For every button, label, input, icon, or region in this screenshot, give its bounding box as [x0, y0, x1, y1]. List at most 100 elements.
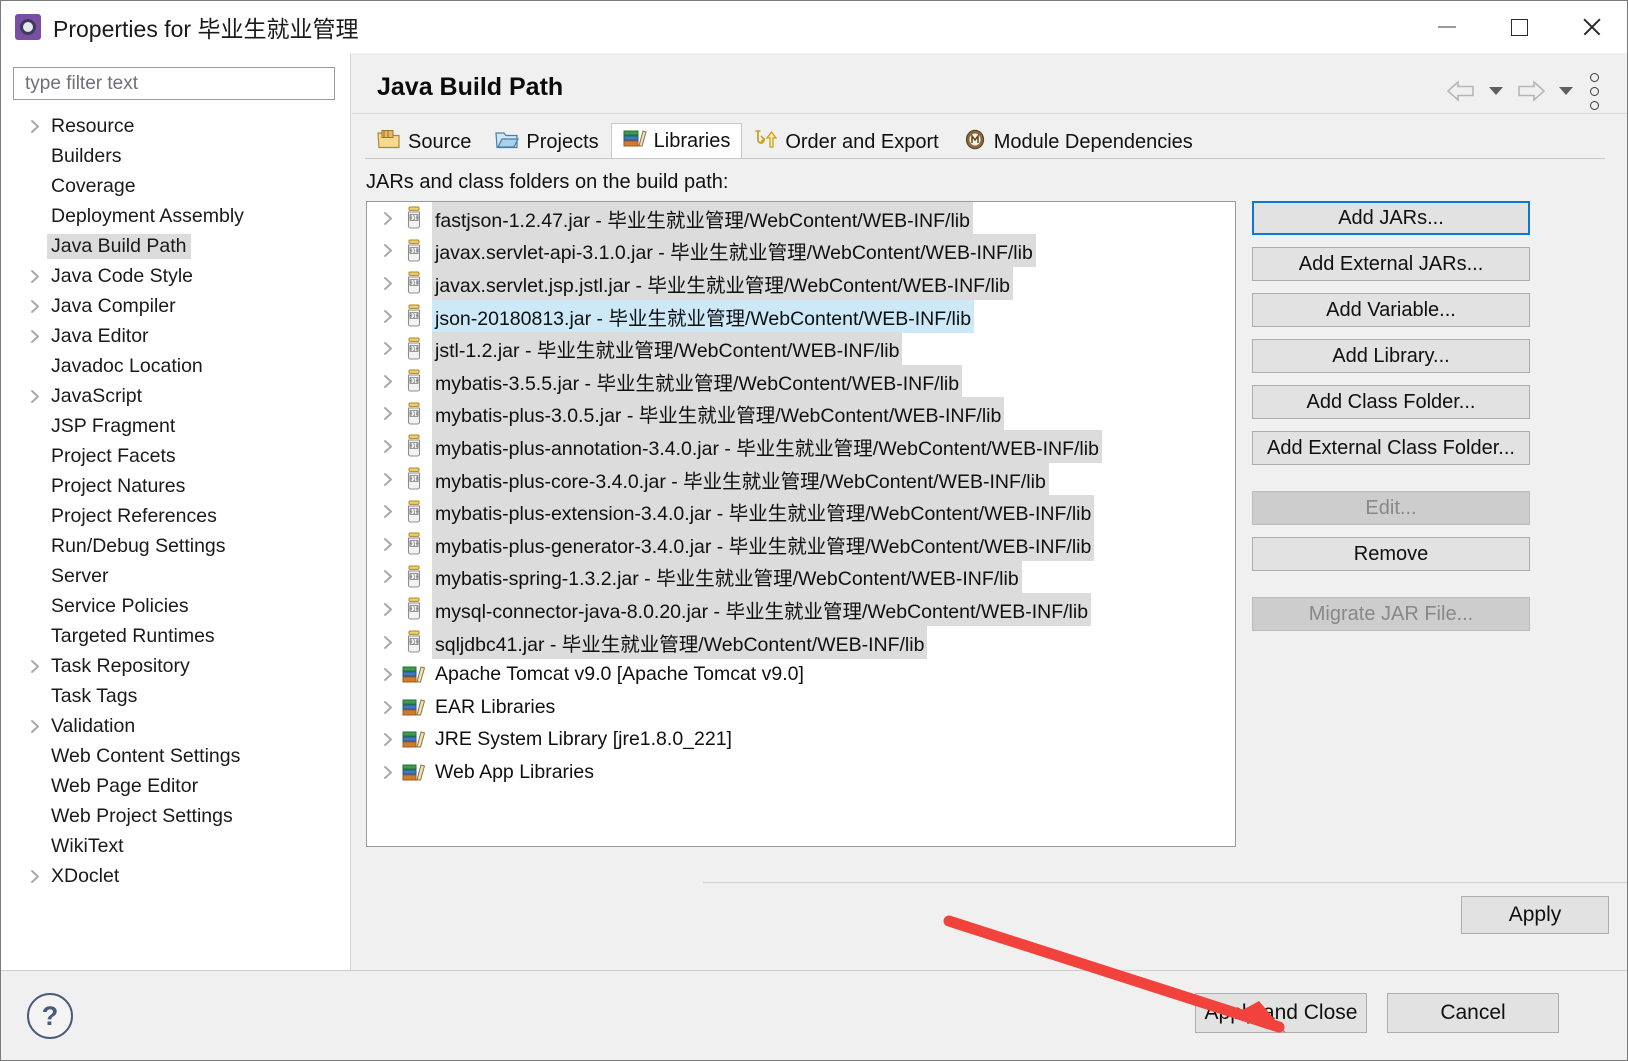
- cancel-button[interactable]: Cancel: [1387, 993, 1559, 1033]
- filter-box[interactable]: [13, 67, 335, 100]
- library-list-item[interactable]: 010 mysql-connector-java-8.0.20.jar - 毕业生…: [367, 592, 1235, 626]
- expand-chevron-icon[interactable]: [375, 472, 401, 487]
- expand-chevron-icon[interactable]: [23, 119, 47, 134]
- sidebar-item-server[interactable]: Server: [1, 561, 350, 591]
- sidebar-item-validation[interactable]: Validation: [1, 711, 350, 741]
- expand-chevron-icon[interactable]: [375, 667, 401, 682]
- forward-button[interactable]: [1509, 73, 1553, 109]
- expand-chevron-icon[interactable]: [375, 309, 401, 324]
- library-list-item[interactable]: EAR Libraries: [367, 691, 1235, 724]
- tab-projects[interactable]: Projects: [483, 125, 610, 159]
- search-input[interactable]: [23, 71, 334, 96]
- tab-source[interactable]: Source: [365, 125, 483, 159]
- back-button[interactable]: [1439, 73, 1483, 109]
- sidebar-item-targeted-runtimes[interactable]: Targeted Runtimes: [1, 621, 350, 651]
- back-history-button[interactable]: [1483, 73, 1509, 109]
- sidebar-item-wikitext[interactable]: WikiText: [1, 831, 350, 861]
- library-list-item[interactable]: 010 mybatis-plus-3.0.5.jar - 毕业生就业管理/WebC…: [367, 397, 1235, 431]
- help-question-icon[interactable]: ?: [27, 993, 73, 1039]
- expand-chevron-icon[interactable]: [23, 299, 47, 314]
- add-external-jars-button[interactable]: Add External JARs...: [1252, 247, 1530, 281]
- expand-chevron-icon[interactable]: [375, 602, 401, 617]
- sidebar-item-javascript[interactable]: JavaScript: [1, 381, 350, 411]
- sidebar-item-web-content-settings[interactable]: Web Content Settings: [1, 741, 350, 771]
- library-list-item[interactable]: 010 mybatis-spring-1.3.2.jar - 毕业生就业管理/We…: [367, 560, 1235, 594]
- close-button[interactable]: [1555, 1, 1627, 53]
- build-path-tabs[interactable]: Source Projects Libraries Order and Export M…: [365, 123, 1205, 159]
- expand-chevron-icon[interactable]: [375, 406, 401, 421]
- sidebar-item-java-compiler[interactable]: Java Compiler: [1, 291, 350, 321]
- tab-libraries[interactable]: Libraries: [610, 123, 743, 159]
- library-list-item[interactable]: 010 javax.servlet-api-3.1.0.jar - 毕业生就业管理…: [367, 234, 1235, 268]
- sidebar-item-coverage[interactable]: Coverage: [1, 171, 350, 201]
- forward-history-button[interactable]: [1553, 73, 1579, 109]
- sidebar-item-run-debug-settings[interactable]: Run/Debug Settings: [1, 531, 350, 561]
- sidebar-item-java-build-path[interactable]: Java Build Path: [1, 231, 350, 261]
- libraries-list[interactable]: 010 fastjson-1.2.47.jar - 毕业生就业管理/WebCont…: [366, 201, 1236, 847]
- sidebar-item-web-page-editor[interactable]: Web Page Editor: [1, 771, 350, 801]
- expand-chevron-icon[interactable]: [23, 719, 47, 734]
- tab-module-dependencies[interactable]: Module Dependencies: [951, 125, 1205, 159]
- library-list-item[interactable]: 010 mybatis-3.5.5.jar - 毕业生就业管理/WebConten…: [367, 364, 1235, 398]
- library-list-item[interactable]: 010 mybatis-plus-extension-3.4.0.jar - 毕业…: [367, 495, 1235, 529]
- expand-chevron-icon[interactable]: [375, 732, 401, 747]
- apply-and-close-button[interactable]: Apply and Close: [1195, 993, 1367, 1033]
- expand-chevron-icon[interactable]: [23, 269, 47, 284]
- library-list-item[interactable]: JRE System Library [jre1.8.0_221]: [367, 724, 1235, 757]
- library-list-item[interactable]: 010 jstl-1.2.jar - 毕业生就业管理/WebContent/WEB…: [367, 332, 1235, 366]
- expand-chevron-icon[interactable]: [375, 439, 401, 454]
- library-list-item[interactable]: 010 mybatis-plus-core-3.4.0.jar - 毕业生就业管理…: [367, 462, 1235, 496]
- add-library-button[interactable]: Add Library...: [1252, 339, 1530, 373]
- tab-order-and-export[interactable]: Order and Export: [742, 125, 950, 159]
- expand-chevron-icon[interactable]: [375, 537, 401, 552]
- expand-chevron-icon[interactable]: [375, 276, 401, 291]
- sidebar-item-task-tags[interactable]: Task Tags: [1, 681, 350, 711]
- sidebar-item-task-repository[interactable]: Task Repository: [1, 651, 350, 681]
- sidebar-item-java-code-style[interactable]: Java Code Style: [1, 261, 350, 291]
- sidebar-item-project-references[interactable]: Project References: [1, 501, 350, 531]
- sidebar-item-xdoclet[interactable]: XDoclet: [1, 861, 350, 891]
- library-list-item[interactable]: Web App Libraries: [367, 756, 1235, 789]
- add-jars-button[interactable]: Add JARs...: [1252, 201, 1530, 235]
- library-list-item[interactable]: Apache Tomcat v9.0 [Apache Tomcat v9.0]: [367, 658, 1235, 691]
- sidebar-item-javadoc-location[interactable]: Javadoc Location: [1, 351, 350, 381]
- expand-chevron-icon[interactable]: [375, 700, 401, 715]
- expand-chevron-icon[interactable]: [23, 869, 47, 884]
- maximize-button[interactable]: [1483, 1, 1555, 53]
- expand-chevron-icon[interactable]: [375, 635, 401, 650]
- remove-button[interactable]: Remove: [1252, 537, 1530, 571]
- page-menu-button[interactable]: [1579, 71, 1609, 111]
- library-list-item[interactable]: 010 mybatis-plus-annotation-3.4.0.jar - 毕…: [367, 429, 1235, 463]
- add-external-class-folder-button[interactable]: Add External Class Folder...: [1252, 431, 1530, 465]
- sidebar-item-java-editor[interactable]: Java Editor: [1, 321, 350, 351]
- expand-chevron-icon[interactable]: [375, 569, 401, 584]
- library-list-item[interactable]: 010 sqljdbc41.jar - 毕业生就业管理/WebContent/WE…: [367, 625, 1235, 659]
- sidebar-item-service-policies[interactable]: Service Policies: [1, 591, 350, 621]
- sidebar-item-project-facets[interactable]: Project Facets: [1, 441, 350, 471]
- add-class-folder-button[interactable]: Add Class Folder...: [1252, 385, 1530, 419]
- sidebar-item-builders[interactable]: Builders: [1, 141, 350, 171]
- apply-button[interactable]: Apply: [1461, 896, 1609, 934]
- library-item-label: json-20180813.jar - 毕业生就业管理/WebContent/W…: [432, 299, 975, 333]
- expand-chevron-icon[interactable]: [375, 341, 401, 356]
- sidebar-item-deployment-assembly[interactable]: Deployment Assembly: [1, 201, 350, 231]
- minimize-button[interactable]: [1411, 1, 1483, 53]
- expand-chevron-icon[interactable]: [375, 243, 401, 258]
- add-variable-button[interactable]: Add Variable...: [1252, 293, 1530, 327]
- expand-chevron-icon[interactable]: [23, 659, 47, 674]
- library-list-item[interactable]: 010 javax.servlet.jsp.jstl.jar - 毕业生就业管理/…: [367, 266, 1235, 300]
- sidebar-item-project-natures[interactable]: Project Natures: [1, 471, 350, 501]
- settings-tree[interactable]: Resource Builders Coverage Deployment Assem…: [1, 111, 350, 971]
- sidebar-item-web-project-settings[interactable]: Web Project Settings: [1, 801, 350, 831]
- library-list-item[interactable]: 010 mybatis-plus-generator-3.4.0.jar - 毕业…: [367, 527, 1235, 561]
- library-list-item[interactable]: 010 fastjson-1.2.47.jar - 毕业生就业管理/WebCont…: [367, 202, 1235, 235]
- expand-chevron-icon[interactable]: [23, 389, 47, 404]
- sidebar-item-resource[interactable]: Resource: [1, 111, 350, 141]
- expand-chevron-icon[interactable]: [375, 211, 401, 226]
- sidebar-item-jsp-fragment[interactable]: JSP Fragment: [1, 411, 350, 441]
- expand-chevron-icon[interactable]: [375, 374, 401, 389]
- expand-chevron-icon[interactable]: [375, 504, 401, 519]
- library-list-item[interactable]: 010 json-20180813.jar - 毕业生就业管理/WebConten…: [367, 299, 1235, 333]
- expand-chevron-icon[interactable]: [23, 329, 47, 344]
- expand-chevron-icon[interactable]: [375, 765, 401, 780]
